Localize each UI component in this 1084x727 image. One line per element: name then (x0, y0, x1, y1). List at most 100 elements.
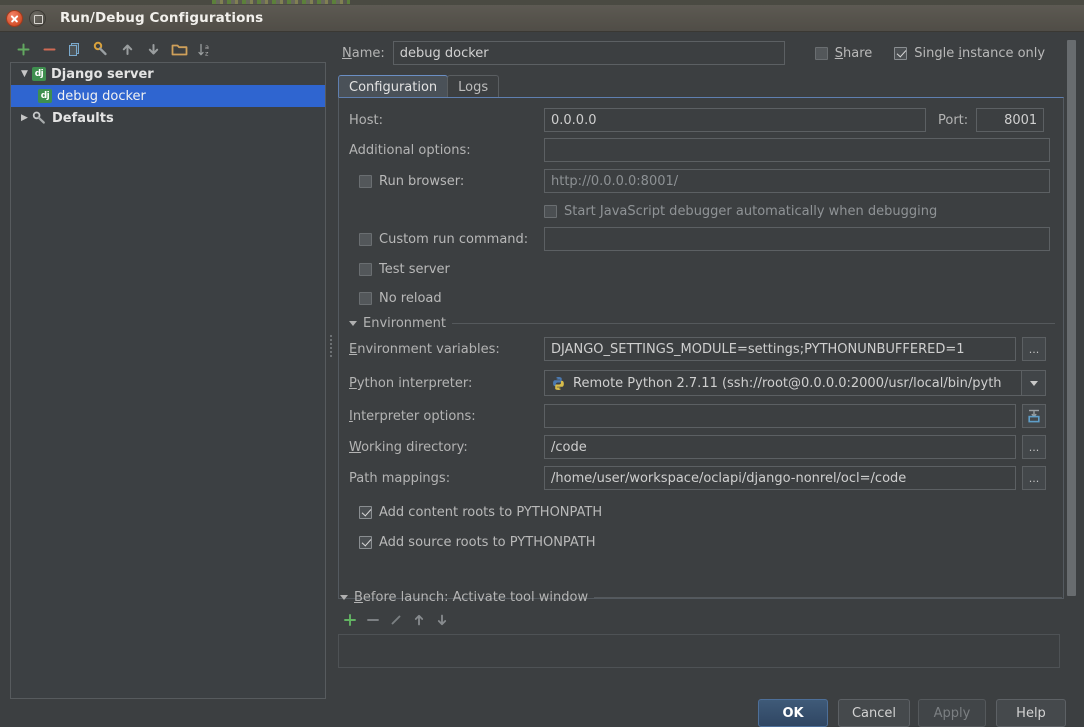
custom-run-command-input[interactable] (544, 227, 1050, 251)
tree-item-label: debug docker (57, 88, 146, 104)
tab-logs[interactable]: Logs (447, 75, 500, 98)
scrollbar-thumb[interactable] (1067, 40, 1076, 596)
run-browser-url-input[interactable] (544, 169, 1050, 193)
add-source-roots-row: Add source roots to PYTHONPATH (359, 530, 596, 554)
custom-run-command-label: Custom run command: (379, 231, 529, 247)
single-instance-only-checkbox[interactable]: Single instance only (894, 46, 1045, 61)
js-debugger-row: Start JavaScript debugger automatically … (544, 199, 937, 223)
path-mappings-input[interactable] (544, 466, 1016, 490)
checkbox-icon[interactable] (814, 46, 828, 60)
django-icon: dj (32, 67, 46, 81)
window-titlebar: Run/Debug Configurations (0, 5, 1084, 32)
configuration-tab-content: Host: Port: Additional options: Run brow… (338, 97, 1064, 599)
checkbox-checked-icon[interactable] (359, 505, 372, 519)
host-row: Host: Port: (349, 108, 1045, 132)
ok-button[interactable]: OK (758, 699, 828, 727)
interpreter-options-input[interactable] (544, 404, 1016, 428)
custom-run-command-checkbox[interactable]: Custom run command: (349, 232, 544, 247)
additional-options-input[interactable] (544, 138, 1050, 162)
svg-text:z: z (205, 49, 209, 57)
add-source-roots-checkbox[interactable]: Add source roots to PYTHONPATH (359, 535, 596, 550)
tree-item-debug-docker[interactable]: dj debug docker (11, 85, 325, 107)
before-launch-label: Before launch: Activate tool window (354, 590, 589, 605)
move-down-button[interactable] (140, 37, 166, 61)
run-browser-checkbox[interactable]: Run browser: (349, 174, 544, 189)
tree-item-label: Django server (51, 66, 154, 82)
js-debugger-checkbox[interactable]: Start JavaScript debugger automatically … (544, 204, 937, 219)
help-button[interactable]: Help (996, 699, 1066, 727)
environment-variables-input[interactable] (544, 337, 1016, 361)
add-source-roots-label: Add source roots to PYTHONPATH (379, 534, 596, 550)
path-mappings-browse-button[interactable]: ... (1022, 466, 1046, 490)
host-input[interactable] (544, 108, 926, 132)
python-interpreter-label: Python interpreter: (349, 375, 473, 391)
name-label: Name: (342, 45, 385, 61)
close-icon[interactable] (6, 9, 23, 27)
copy-configuration-button[interactable] (62, 37, 88, 61)
tab-configuration[interactable]: Configuration (338, 75, 449, 98)
cancel-button[interactable]: Cancel (838, 699, 910, 727)
no-reload-row: No reload (359, 286, 442, 310)
twisty-collapsed-icon[interactable]: ▶ (17, 113, 32, 123)
run-browser-label: Run browser: (379, 173, 465, 189)
interpreter-options-label: Interpreter options: (349, 408, 476, 424)
js-debugger-label: Start JavaScript debugger automatically … (564, 203, 938, 219)
chevron-down-icon[interactable] (340, 595, 348, 600)
test-server-checkbox[interactable]: Test server (359, 262, 450, 277)
run-debug-configurations-dialog: a z ▼ dj Django server dj debug docker ▶… (0, 32, 1084, 727)
path-mappings-label: Path mappings: (349, 470, 451, 486)
add-configuration-button[interactable] (10, 37, 36, 61)
port-input[interactable] (976, 108, 1045, 132)
name-input[interactable] (392, 41, 785, 65)
folder-icon[interactable] (166, 37, 192, 61)
add-content-roots-checkbox[interactable]: Add content roots to PYTHONPATH (359, 505, 602, 520)
maximize-icon[interactable] (29, 9, 46, 27)
working-directory-row: Working directory: ... (349, 435, 1046, 459)
checkbox-checked-icon[interactable] (894, 46, 908, 60)
chevron-down-icon[interactable] (349, 321, 357, 326)
divider (452, 323, 1055, 324)
divider (594, 597, 1062, 598)
checkbox-icon[interactable] (359, 174, 372, 188)
environment-variables-browse-button[interactable]: ... (1022, 337, 1046, 361)
additional-options-label: Additional options: (349, 142, 471, 158)
before-launch-section-header[interactable]: Before launch: Activate tool window (340, 590, 1062, 605)
before-launch-task-list[interactable] (338, 634, 1060, 668)
python-interpreter-dropdown-button[interactable] (1022, 370, 1046, 396)
add-content-roots-label: Add content roots to PYTHONPATH (379, 504, 603, 520)
checkbox-icon[interactable] (359, 291, 372, 305)
sort-alphabetically-button[interactable]: a z (192, 37, 218, 61)
before-launch-up-button[interactable] (409, 610, 429, 630)
before-launch-edit-button[interactable] (386, 610, 406, 630)
tree-item-defaults[interactable]: ▶ Defaults (11, 107, 325, 129)
test-server-label: Test server (379, 261, 450, 277)
working-directory-browse-button[interactable]: ... (1022, 435, 1046, 459)
working-directory-input[interactable] (544, 435, 1016, 459)
share-checkbox[interactable]: Share (814, 46, 872, 61)
tree-item-django-server[interactable]: ▼ dj Django server (11, 63, 325, 85)
port-label: Port: (938, 112, 969, 128)
chevron-down-icon (1029, 380, 1038, 386)
checkbox-icon[interactable] (359, 232, 372, 246)
no-reload-label: No reload (379, 290, 442, 306)
edit-configuration-defaults-button[interactable] (88, 37, 114, 61)
before-launch-remove-button[interactable] (363, 610, 383, 630)
apply-button: Apply (918, 699, 986, 727)
twisty-expanded-icon[interactable]: ▼ (17, 69, 32, 79)
environment-section-header[interactable]: Environment (349, 316, 1055, 331)
configurations-tree[interactable]: ▼ dj Django server dj debug docker ▶ Def… (10, 62, 326, 699)
no-reload-checkbox[interactable]: No reload (359, 291, 442, 306)
name-row: Name: Share Single instance only (342, 41, 1072, 65)
before-launch-add-button[interactable] (340, 610, 360, 630)
checkbox-icon[interactable] (544, 204, 557, 218)
move-up-button[interactable] (114, 37, 140, 61)
before-launch-down-button[interactable] (432, 610, 452, 630)
checkbox-icon[interactable] (359, 262, 372, 276)
checkbox-checked-icon[interactable] (359, 535, 372, 549)
vertical-scrollbar[interactable] (1066, 40, 1077, 596)
tree-item-label: Defaults (52, 110, 114, 126)
remove-configuration-button[interactable] (36, 37, 62, 61)
python-interpreter-combo[interactable]: Remote Python 2.7.11 (ssh://root@0.0.0.0… (544, 370, 1022, 396)
background-window-tabs (212, 0, 350, 4)
insert-macro-button[interactable] (1022, 404, 1046, 428)
